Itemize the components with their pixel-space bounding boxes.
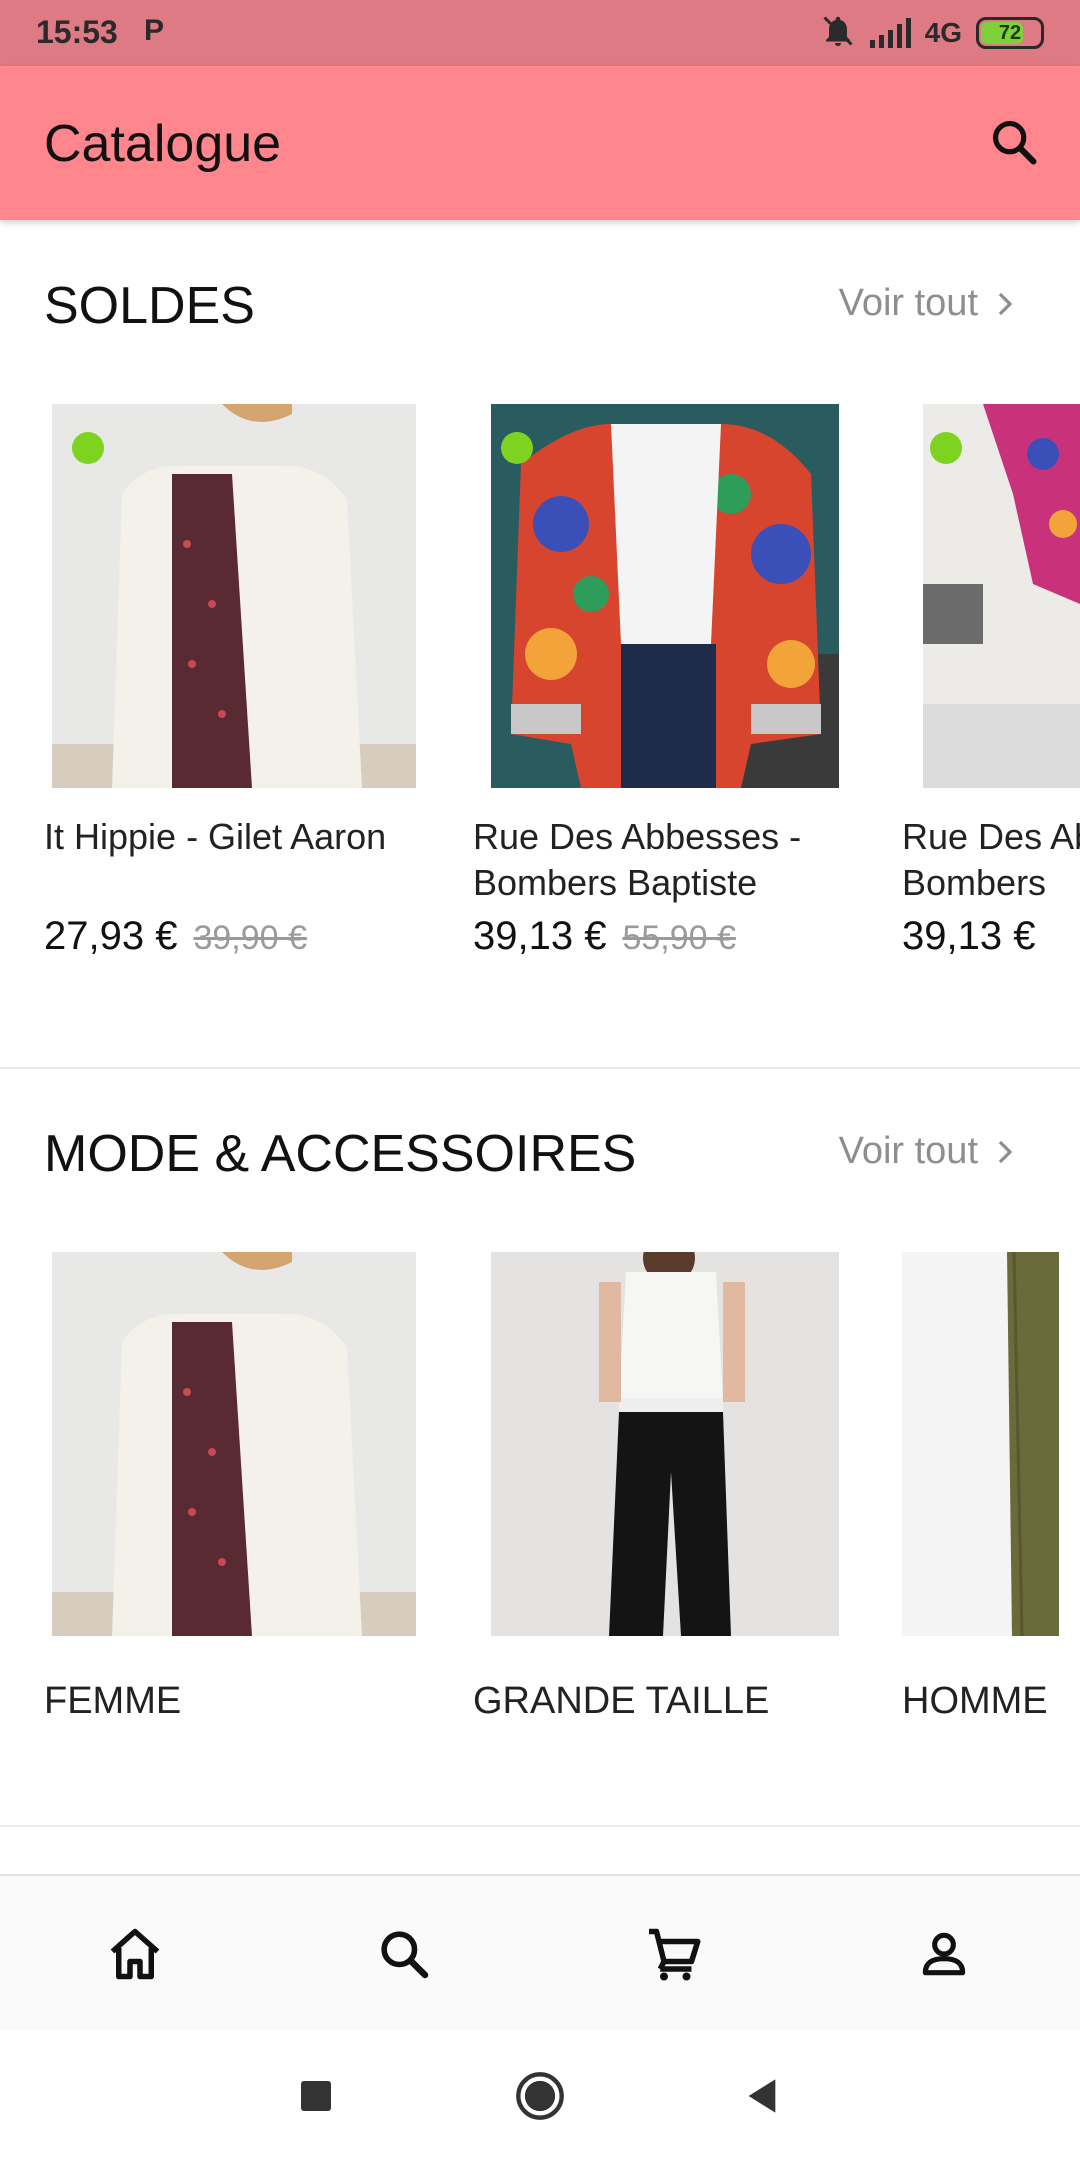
product-name: It Hippie - Gilet Aaron (44, 816, 387, 857)
sale-indicator-dot (930, 432, 962, 464)
see-all-label: Voir tout (838, 1130, 978, 1172)
sales-section-title: SOLDES (44, 277, 255, 335)
current-price: 27,93 € (44, 914, 178, 958)
back-triangle-icon (748, 2079, 776, 2113)
product-price: 39,13 € (902, 914, 1035, 959)
network-type: 4G (924, 17, 962, 48)
search-icon (381, 1931, 429, 1979)
nav-cart-button[interactable] (638, 1918, 710, 1990)
product-name: Rue Des Abbesses - Bombers Baptiste (473, 816, 802, 903)
nav-home-button[interactable] (99, 1918, 171, 1990)
search-icon (992, 120, 1037, 165)
product-card[interactable]: Rue Des Abbesses - Bombers 39,13 € (902, 404, 1080, 964)
sales-section: SOLDES Voir tout It Hippie - Gilet Aaron… (0, 220, 1080, 1070)
product-image (491, 404, 839, 788)
mute-icon (820, 13, 856, 54)
status-bar: 15:53 P 4G 72 (0, 0, 1080, 66)
old-price: 39,90 € (193, 919, 307, 957)
category-card[interactable]: GRANDE TAILLE (473, 1252, 873, 1752)
fashion-section: MODE & ACCESSOIRES Voir tout FEMME GRAND… (0, 1070, 1080, 1825)
category-name: HOMME (902, 1680, 1048, 1722)
current-price: 39,13 € (902, 914, 1036, 958)
parking-notification-icon: P (144, 14, 165, 47)
chevron-right-icon (998, 1140, 1013, 1163)
status-indicators: 4G 72 (820, 12, 1044, 54)
search-button[interactable] (982, 110, 1046, 174)
battery-level: 72 (998, 21, 1022, 44)
page-title: Catalogue (44, 115, 282, 173)
battery-icon: 72 (976, 17, 1044, 49)
nav-account-button[interactable] (908, 1918, 980, 1990)
recents-button[interactable] (286, 2066, 346, 2126)
category-image (491, 1252, 839, 1636)
section-divider (0, 1825, 1080, 1827)
chevron-right-icon (998, 292, 1013, 315)
category-image (52, 1252, 416, 1636)
sales-see-all-link[interactable]: Voir tout (839, 282, 1020, 325)
product-card[interactable]: It Hippie - Gilet Aaron 27,93 € 39,90 € (44, 404, 444, 964)
square-icon (301, 2081, 331, 2111)
current-price: 39,13 € (473, 914, 607, 958)
back-button[interactable] (732, 2066, 792, 2126)
status-time: 15:53 (36, 14, 118, 50)
account-icon (922, 1932, 966, 1976)
fashion-section-title: MODE & ACCESSOIRES (44, 1125, 637, 1183)
circle-icon (516, 2072, 564, 2120)
product-price: 27,93 € 39,90 € (44, 914, 307, 959)
system-navigation (0, 2030, 1080, 2160)
product-image (52, 404, 416, 788)
product-card[interactable]: Rue Des Abbesses - Bombers Baptiste 39,1… (473, 404, 873, 964)
category-image (902, 1252, 1059, 1636)
product-name: Rue Des Abbesses - Bombers (902, 816, 1080, 903)
category-card[interactable]: FEMME (44, 1252, 444, 1752)
old-price: 55,90 € (622, 919, 736, 957)
sale-indicator-dot (501, 432, 533, 464)
sale-indicator-dot (72, 432, 104, 464)
section-divider (0, 1067, 1080, 1069)
home-system-button[interactable] (510, 2066, 570, 2126)
category-name: FEMME (44, 1680, 182, 1722)
category-card[interactable]: HOMME (902, 1252, 1080, 1752)
cart-icon (649, 1928, 701, 1981)
fashion-see-all-link[interactable]: Voir tout (839, 1130, 1020, 1173)
signal-icon (869, 18, 911, 48)
category-name: GRANDE TAILLE (473, 1680, 770, 1722)
bottom-navigation (0, 1874, 1080, 2030)
see-all-label: Voir tout (838, 282, 978, 324)
app-bar: Catalogue (0, 66, 1080, 220)
nav-search-button[interactable] (368, 1918, 440, 1990)
home-icon (110, 1928, 160, 1980)
product-price: 39,13 € 55,90 € (473, 914, 736, 959)
